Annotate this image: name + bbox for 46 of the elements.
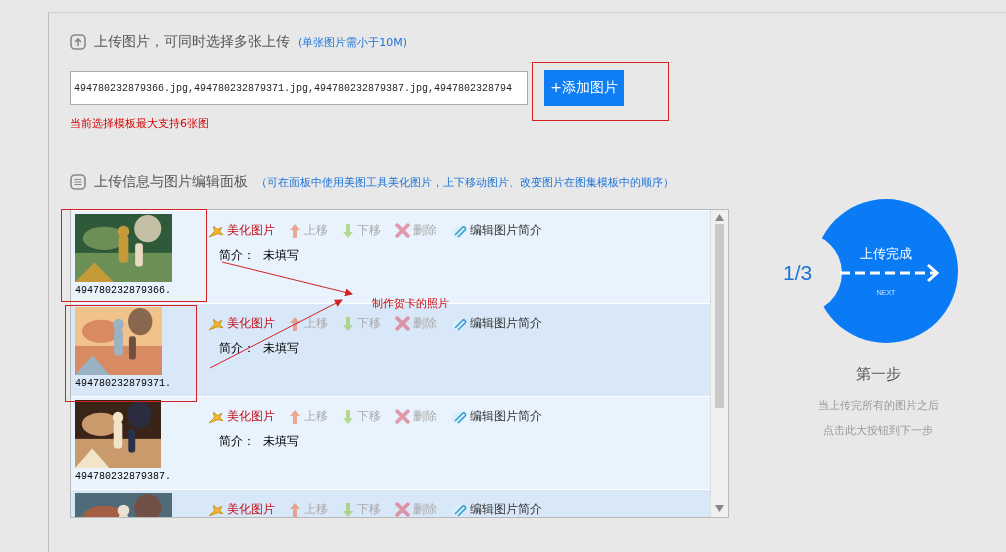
edit-link[interactable]: 编辑图片简介 xyxy=(451,315,542,332)
step-title: 第一步 xyxy=(855,365,901,384)
beautify-link[interactable]: 美化图片 xyxy=(207,315,275,332)
delete-icon xyxy=(395,316,410,331)
list-icon xyxy=(70,174,86,190)
beautify-link[interactable]: 美化图片 xyxy=(207,222,275,239)
up-arrow-icon xyxy=(289,315,301,332)
down-arrow-icon xyxy=(342,408,354,425)
up-arrow-icon xyxy=(289,222,301,239)
step-counter: 1/3 xyxy=(783,261,813,285)
edit-link[interactable]: 编辑图片简介 xyxy=(451,501,542,517)
beautify-link[interactable]: 美化图片 xyxy=(207,408,275,425)
limit-warning: 当前选择模板最大支持6张图 xyxy=(70,116,210,131)
intro-label: 简介： xyxy=(219,433,255,450)
intro-label: 简介： xyxy=(219,340,255,357)
annotation-label: 制作贺卡的照片 xyxy=(372,296,449,311)
scrollbar[interactable] xyxy=(710,210,728,517)
file-name: 494780232879387. xyxy=(75,471,172,482)
file-name: 494780232879371. xyxy=(75,378,172,389)
down-arrow-icon xyxy=(342,501,354,517)
intro-value: 未填写 xyxy=(263,247,299,264)
up-arrow-icon xyxy=(289,501,301,517)
section-title: 上传信息与图片编辑面板 xyxy=(94,173,248,191)
delete-icon xyxy=(395,409,410,424)
editor-hint: （可在面板中使用美图工具美化图片，上下移动图片、改变图片在图集模板中的顺序） xyxy=(256,174,674,190)
down-arrow-icon xyxy=(342,222,354,239)
scroll-up-icon[interactable] xyxy=(715,214,724,222)
edit-link[interactable]: 编辑图片简介 xyxy=(451,222,542,239)
size-hint: (单张图片需小于10M) xyxy=(298,34,408,50)
edit-link[interactable]: 编辑图片简介 xyxy=(451,408,542,425)
down-arrow-icon xyxy=(342,315,354,332)
scroll-thumb[interactable] xyxy=(715,224,724,408)
scroll-down-icon[interactable] xyxy=(715,505,724,513)
file-name: 494780232879366. xyxy=(75,285,172,296)
section-title: 上传图片，可同时选择多张上传 xyxy=(94,33,290,51)
file-list-field[interactable]: 494780232879366.jpg,494780232879371.jpg,494780232879387.jpg,4947802328794 xyxy=(70,71,528,105)
intro-value: 未填写 xyxy=(263,433,299,450)
step-description: 当上传完所有的图片之后 xyxy=(817,398,939,413)
up-arrow-icon xyxy=(289,408,301,425)
beautify-link[interactable]: 美化图片 xyxy=(207,501,275,517)
intro-label: 简介： xyxy=(219,247,255,264)
delete-icon xyxy=(395,502,410,517)
intro-value: 未填写 xyxy=(263,340,299,357)
add-picture-button[interactable]: +添加图片 xyxy=(544,70,624,106)
delete-icon xyxy=(395,223,410,238)
upload-icon xyxy=(70,34,86,50)
